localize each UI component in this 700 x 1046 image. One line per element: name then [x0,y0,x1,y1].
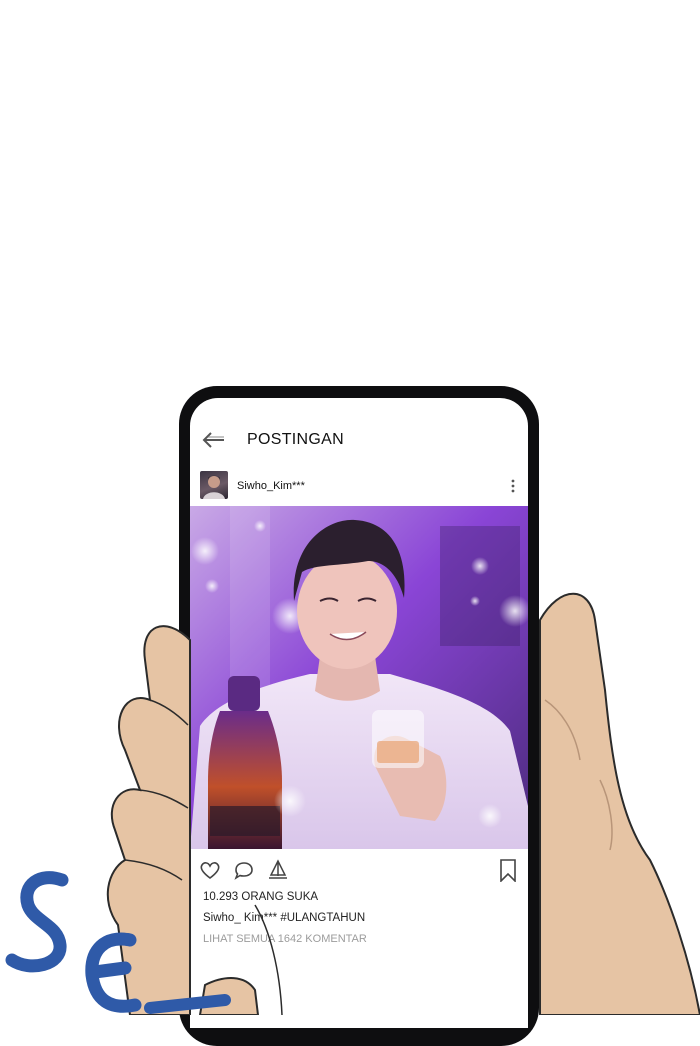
brush-lettering [5,871,231,1014]
comic-panel: POSTINGAN Siwho_Kim*** 10.293 ORANG SUKA… [0,0,700,1046]
